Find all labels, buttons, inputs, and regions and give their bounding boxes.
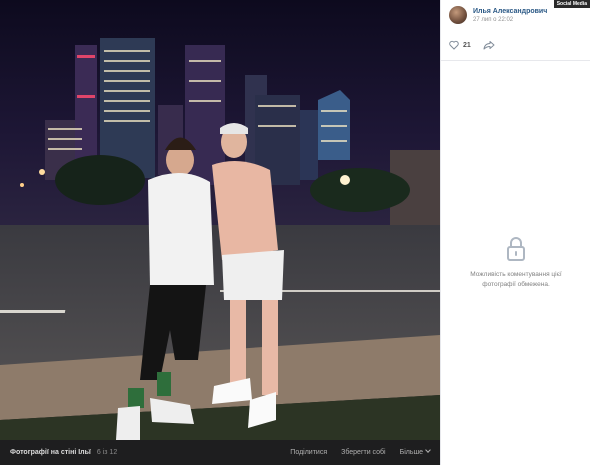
save-button[interactable]: Зберегти собі xyxy=(341,449,386,456)
author-block: Илья Александрович 27 лип о 22:02 xyxy=(449,6,547,24)
night-city-photo xyxy=(0,0,440,440)
wall-photo[interactable] xyxy=(0,0,440,440)
photo-side-panel: Social Media Илья Александрович 27 лип о… xyxy=(440,0,590,465)
photo-footer: Фотографії на стіні Ільї 6 із 12 Поділит… xyxy=(0,440,440,465)
album-title[interactable]: Фотографії на стіні Ільї xyxy=(10,449,91,456)
avatar[interactable] xyxy=(449,6,467,24)
heart-icon[interactable] xyxy=(449,40,459,50)
divider xyxy=(441,60,590,61)
author-name[interactable]: Илья Александрович xyxy=(473,8,547,15)
post-date[interactable]: 27 лип о 22:02 xyxy=(473,17,547,23)
share-icon[interactable] xyxy=(483,40,495,50)
more-label: Більше xyxy=(399,449,423,456)
share-button[interactable]: Поділитися xyxy=(290,449,327,456)
lock-icon xyxy=(507,237,525,261)
more-button[interactable]: Більше xyxy=(399,447,431,456)
photo-counter: 6 із 12 xyxy=(96,449,118,456)
like-count: 21 xyxy=(463,41,471,49)
footer-actions: Поділитися Зберегти собі Більше xyxy=(290,447,431,456)
photo-viewer: Фотографії на стіні Ільї 6 із 12 Поділит… xyxy=(0,0,440,465)
chevron-down-icon xyxy=(425,447,431,453)
comments-restricted-text: Можливість коментування цієї фотографії … xyxy=(470,271,562,288)
author-info: Илья Александрович 27 лип о 22:02 xyxy=(473,8,547,23)
comments-restricted: Можливість коментування цієї фотографії … xyxy=(441,236,590,290)
watermark-badge: Social Media xyxy=(553,0,590,8)
post-actions: 21 xyxy=(449,40,495,50)
